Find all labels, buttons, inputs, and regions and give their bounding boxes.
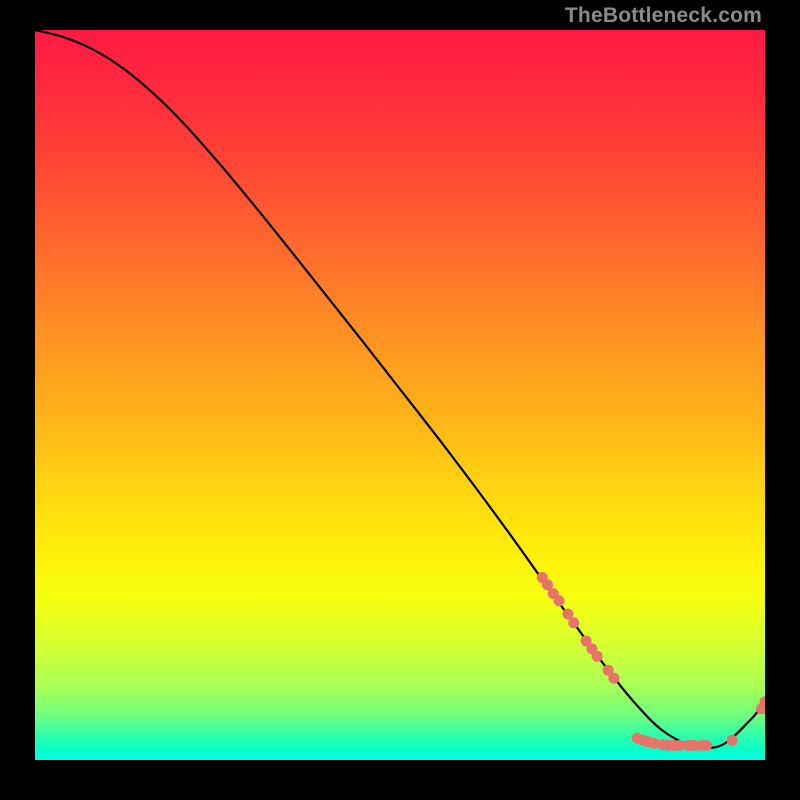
watermark-text: TheBottleneck.com <box>565 4 762 28</box>
highlight-dots <box>537 572 765 751</box>
plot-area <box>35 30 765 760</box>
chart-frame: TheBottleneck.com <box>0 0 800 800</box>
data-point <box>592 651 603 662</box>
data-point <box>727 735 738 746</box>
chart-svg <box>35 30 765 760</box>
bottleneck-curve <box>35 30 765 748</box>
data-point <box>608 673 619 684</box>
data-point <box>701 740 712 751</box>
data-point <box>554 595 565 606</box>
data-point <box>568 617 579 628</box>
